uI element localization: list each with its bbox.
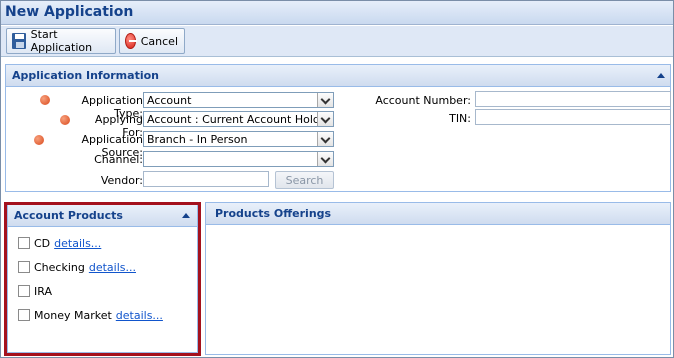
products-offerings-header: Products Offerings [205, 202, 671, 225]
products-offerings-title: Products Offerings [215, 207, 332, 220]
cancel-icon [125, 33, 137, 49]
channel-select[interactable] [143, 151, 334, 167]
application-information-title: Application Information [12, 69, 159, 82]
save-icon [12, 33, 26, 49]
title-bar: New Application [1, 1, 673, 25]
chevron-down-icon[interactable] [317, 112, 333, 126]
chevron-down-icon[interactable] [317, 152, 333, 166]
channel-label: Channel: [94, 153, 143, 166]
application-window: New Application Start Application Cancel… [0, 0, 674, 358]
required-indicator-icon [34, 135, 44, 145]
start-application-label: Start Application [30, 28, 93, 54]
start-application-button[interactable]: Start Application [6, 28, 116, 54]
cancel-button[interactable]: Cancel [119, 28, 185, 54]
vendor-search-button[interactable]: Search [275, 171, 334, 189]
vendor-search-label: Search [285, 173, 324, 187]
application-information-body: Application Type: Account Applying For: … [5, 87, 671, 192]
window-title: New Application [5, 4, 134, 20]
tin-input[interactable] [475, 109, 671, 125]
applying-for-value: Account : Current Account Holder [147, 113, 332, 126]
required-indicator-icon [60, 115, 70, 125]
highlight-outline [4, 202, 201, 356]
account-number-input[interactable] [475, 91, 671, 107]
application-type-select[interactable]: Account [143, 92, 334, 108]
application-source-value: Branch - In Person [147, 133, 248, 146]
chevron-down-icon[interactable] [317, 93, 333, 107]
application-information-header: Application Information [5, 64, 671, 87]
cancel-label: Cancel [140, 34, 178, 48]
required-indicator-icon [40, 95, 50, 105]
chevron-down-icon[interactable] [317, 132, 333, 146]
application-source-select[interactable]: Branch - In Person [143, 131, 334, 147]
application-type-value: Account [147, 94, 192, 107]
toolbar: Start Application Cancel [1, 26, 673, 57]
tin-label: TIN: [449, 112, 471, 125]
account-number-label: Account Number: [375, 94, 471, 107]
applying-for-select[interactable]: Account : Current Account Holder [143, 111, 334, 127]
collapse-icon[interactable] [657, 73, 665, 78]
products-offerings-body [205, 225, 671, 355]
vendor-label: Vendor: [100, 174, 143, 187]
vendor-input[interactable] [143, 171, 269, 187]
